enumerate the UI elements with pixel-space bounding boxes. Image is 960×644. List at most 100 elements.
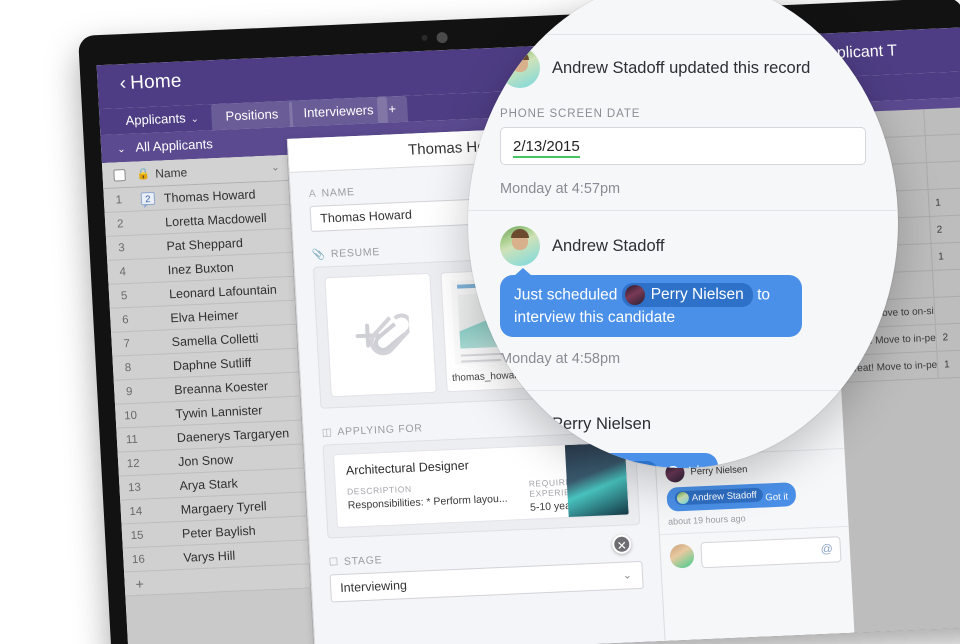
message-input[interactable]: @: [700, 536, 842, 569]
activity-item-message: Andrew Stadoff Just scheduled Perry Niel…: [468, 226, 898, 367]
activity-header: Perry Nielsen: [500, 404, 866, 444]
back-label: Home: [129, 70, 183, 94]
mention-chip[interactable]: Andrew Stadoff: [514, 461, 658, 468]
row-number: 13: [127, 481, 142, 494]
row-number: 7: [123, 337, 131, 350]
mention-name: Andrew Stadoff: [543, 462, 649, 468]
applicant-name: Breanna Koester: [173, 378, 269, 397]
applicant-name: Tywin Lannister: [175, 402, 263, 421]
select-all-checkbox[interactable]: [102, 168, 137, 182]
grid-cell: 1: [943, 359, 950, 371]
avatar: [669, 543, 695, 569]
row-number: 10: [123, 409, 138, 422]
grid-cell: [924, 107, 960, 135]
avatar: [500, 48, 540, 88]
add-attachment-button[interactable]: [324, 272, 437, 398]
avatar: [517, 462, 537, 468]
comment-badge-cell: [148, 462, 176, 463]
row-number: 1: [115, 193, 123, 206]
row-number: 16: [131, 553, 146, 566]
mention-name: Andrew Stadoff: [691, 489, 757, 504]
stage-select[interactable]: Interviewing ⌄: [329, 560, 644, 603]
tab-positions[interactable]: Positions: [210, 100, 293, 131]
row-number: 9: [125, 385, 133, 398]
view-selector-label: All Applicants: [135, 136, 214, 155]
grid-cell: 1: [935, 197, 942, 209]
tab-applicants-label: Applicants: [125, 110, 186, 128]
name-field-label-text: NAME: [321, 186, 356, 200]
applicant-name: Elva Heimer: [169, 307, 239, 325]
row-number: 6: [121, 313, 129, 326]
applying-for-label-text: APPLYING FOR: [337, 422, 423, 439]
chevron-down-icon: ⌄: [116, 144, 126, 156]
applicant-name: Daphne Sutliff: [172, 355, 252, 373]
magnifier-lens: Monday at 4:56pm Andrew Stadoff updated …: [468, 0, 898, 468]
webcam: [421, 31, 467, 44]
row-number: 15: [130, 529, 144, 542]
applicant-name: Peter Baylish: [181, 523, 257, 541]
activity-timestamp: about 19 hours ago: [667, 513, 746, 527]
applicant-name: Leonard Lafountain: [168, 282, 278, 301]
tab-add-label: +: [387, 101, 397, 117]
mention-name: Perry Nielsen: [650, 286, 744, 303]
row-number: 14: [129, 505, 143, 518]
row-number: 2: [116, 217, 124, 230]
activity-timestamp: Monday at 4:57pm: [500, 181, 621, 197]
applicant-name: Loretta Macdowell: [164, 210, 267, 229]
column-header-name[interactable]: Name: [155, 162, 264, 180]
message-text: Got it: [667, 464, 704, 468]
applicant-name: Samella Colletti: [171, 330, 259, 349]
activity-author: Perry Nielsen: [552, 414, 652, 433]
tab-positions-label: Positions: [225, 106, 279, 124]
resume-field-label-text: RESUME: [330, 246, 381, 261]
magnified-activity-feed: Monday at 4:56pm Andrew Stadoff updated …: [468, 0, 898, 468]
grid-cell: [933, 269, 960, 297]
activity-item-record-update: Andrew Stadoff updated this record PHONE…: [468, 48, 898, 197]
applicant-name: Margaery Tyrell: [180, 498, 267, 517]
phone-screen-date-value: 2/13/2015: [513, 138, 580, 158]
screenshot-root: ‹Home 💼Applicant T Applicants⌄ Positions…: [0, 0, 960, 644]
phone-screen-date-input[interactable]: 2/13/2015: [500, 127, 866, 165]
activity-headline: Andrew Stadoff updated this record: [552, 58, 811, 77]
applicant-name: Pat Sheppard: [166, 235, 244, 253]
applicant-name: Thomas Howard: [163, 186, 256, 205]
text-field-icon: A: [308, 187, 317, 201]
row-number: 4: [119, 265, 127, 278]
grid-cell: 2: [942, 332, 949, 344]
phone-screen-date-label: PHONE SCREEN DATE: [500, 108, 641, 120]
message-bubble: Andrew Stadoff Got it: [500, 445, 719, 468]
mention-icon[interactable]: @: [820, 542, 833, 557]
grid-cell: [926, 134, 960, 162]
comment-badge-cell: [147, 438, 175, 439]
comment-badge-cell: [152, 533, 180, 534]
applicant-name: Arya Stark: [179, 475, 239, 493]
mention-chip[interactable]: Perry Nielsen: [621, 283, 753, 308]
row-number: 8: [124, 361, 132, 374]
comment-badge-cell: [153, 557, 181, 558]
comment-badge-cell: [135, 222, 163, 223]
comment-count-badge[interactable]: 2: [140, 191, 156, 206]
grid-cell: 1: [937, 251, 945, 263]
chevron-down-icon: ⌄: [622, 569, 633, 582]
chevron-down-icon[interactable]: ⌄: [263, 162, 288, 174]
comment-badge-cell: [146, 414, 174, 415]
comment-badge-cell: [138, 270, 166, 271]
lock-icon: 🔒: [136, 167, 151, 181]
applicant-name: Daenerys Targaryen: [176, 425, 290, 445]
message-text: Got it: [765, 491, 789, 504]
stage-field-label-text: STAGE: [343, 554, 383, 568]
comment-badge-cell: [143, 366, 171, 367]
applicants-table: 🔒 Name ⌄ 1 2 Thomas Howard 2 Loretta Macdowe…: [101, 154, 315, 644]
divider: [468, 390, 898, 391]
comment-badge-cell: [137, 246, 165, 247]
row-number: 3: [117, 241, 126, 254]
grid-cell: [927, 161, 960, 189]
mention-chip[interactable]: Andrew Stadoff: [674, 487, 763, 506]
comment-badge-cell: [140, 318, 168, 319]
back-to-home-link[interactable]: ‹ Home: [119, 71, 182, 96]
chevron-down-icon: ⌄: [190, 113, 200, 126]
activity-header: Andrew Stadoff updated this record: [500, 48, 866, 88]
tab-add-new[interactable]: +: [376, 95, 408, 123]
activity-author: Andrew Stadoff: [552, 236, 665, 255]
stage-select-value: Interviewing: [339, 578, 408, 596]
